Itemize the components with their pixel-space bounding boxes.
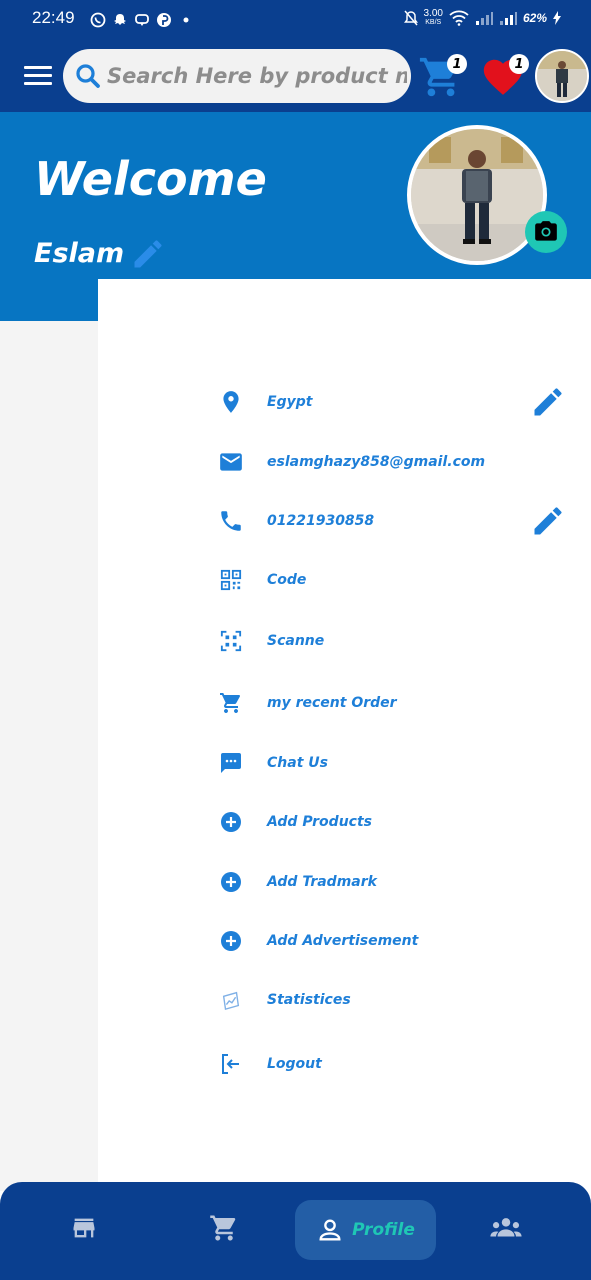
menu-item-location[interactable]: Egypt: [210, 380, 580, 424]
email-icon: [220, 453, 242, 471]
search-input[interactable]: [105, 63, 409, 89]
pencil-icon: [534, 507, 562, 535]
welcome-title: Welcome: [34, 152, 267, 206]
menu-item-add-advertisement[interactable]: Add Advertisement: [210, 919, 580, 963]
camera-icon: [535, 221, 557, 241]
menu-item-email[interactable]: eslamghazy858@gmail.com: [210, 440, 580, 484]
menu-item-label: Statistices: [267, 992, 351, 1008]
search-bar[interactable]: [63, 49, 411, 103]
pencil-icon: [134, 240, 162, 268]
whatsapp-icon: [90, 12, 106, 28]
nav-profile-label: Profile: [352, 1220, 415, 1240]
wifi-icon: [449, 10, 469, 26]
status-system-icons: 3.00 KB/S 62%: [403, 9, 561, 27]
cart-icon: [210, 1215, 236, 1241]
qr-scanner-icon: [220, 630, 242, 652]
menu-item-add-trademark[interactable]: Add Tradmark: [210, 860, 580, 904]
nav-cart[interactable]: [194, 1198, 254, 1258]
favorites-count-badge: 1: [509, 54, 529, 74]
mute-bell-icon: [403, 10, 418, 26]
edit-phone-button[interactable]: [530, 503, 566, 539]
cart-button[interactable]: 1: [418, 54, 467, 98]
profile-photo[interactable]: [407, 125, 547, 265]
logout-icon: [222, 1054, 239, 1074]
menu-item-label: 01221930858: [267, 513, 375, 529]
menu-item-code[interactable]: Code: [210, 558, 580, 602]
menu-item-label: eslamghazy858@gmail.com: [267, 454, 486, 470]
chat-icon: [221, 753, 241, 773]
menu-icon[interactable]: [24, 66, 52, 88]
add-circle-icon: [221, 812, 241, 832]
menu-item-label: Code: [267, 572, 307, 588]
menu-item-label: Logout: [267, 1056, 322, 1072]
phone-icon: [221, 511, 241, 531]
charging-icon: [553, 11, 561, 25]
avatar[interactable]: [535, 49, 589, 103]
favorites-button[interactable]: 1: [480, 54, 529, 98]
battery-percent: 62%: [522, 11, 547, 25]
pinterest-icon: [157, 13, 171, 27]
edit-name-button[interactable]: [130, 236, 166, 272]
network-speed-unit: KB/S: [425, 19, 442, 26]
user-photo-icon: [537, 51, 587, 101]
status-bar: 22:49 3.00 KB/S 62%: [0, 0, 591, 40]
dot-icon: [183, 17, 189, 23]
menu-item-chat[interactable]: Chat Us: [210, 741, 580, 785]
side-panel: [0, 321, 98, 1191]
bottom-navigation: Profile: [0, 1182, 591, 1280]
network-speed: 3.00 KB/S: [424, 9, 443, 27]
nav-store[interactable]: [54, 1198, 114, 1258]
signal-2-icon: [499, 12, 517, 25]
add-circle-icon: [221, 872, 241, 892]
menu-item-phone[interactable]: 01221930858: [210, 499, 580, 543]
store-icon: [73, 1218, 95, 1238]
user-photo-icon: [411, 129, 543, 261]
add-circle-icon: [221, 931, 241, 951]
group-icon: [490, 1218, 522, 1237]
menu-item-label: Scanne: [267, 633, 325, 649]
nav-community[interactable]: [476, 1198, 536, 1258]
pencil-icon: [534, 388, 562, 416]
profile-icon: [319, 1219, 341, 1241]
top-app-bar: 1 1: [0, 40, 591, 112]
menu-item-logout[interactable]: Logout: [210, 1042, 580, 1086]
statistics-icon: [222, 991, 240, 1011]
location-icon: [223, 391, 239, 413]
menu-item-label: Add Products: [267, 814, 372, 830]
search-icon: [76, 64, 100, 88]
signal-icon: [475, 12, 493, 25]
header-extension: [0, 279, 98, 321]
edit-location-button[interactable]: [530, 384, 566, 420]
snapchat-icon: [114, 14, 126, 25]
vpn-icon: [135, 14, 149, 26]
cart-count-badge: 1: [447, 54, 467, 74]
status-time: 22:49: [32, 8, 75, 27]
change-photo-button[interactable]: [525, 211, 567, 253]
menu-item-label: Chat Us: [267, 755, 328, 771]
menu-item-recent-order[interactable]: my recent Order: [210, 681, 580, 725]
menu-item-label: Egypt: [267, 394, 313, 410]
nav-profile[interactable]: Profile: [295, 1200, 436, 1260]
menu-item-label: Add Advertisement: [267, 933, 419, 949]
user-name: Eslam: [34, 238, 125, 269]
qr-code-icon: [220, 569, 242, 591]
menu-item-statistics[interactable]: Statistices: [210, 978, 580, 1022]
network-speed-value: 3.00: [423, 8, 443, 19]
menu-item-label: Add Tradmark: [267, 874, 377, 890]
status-notification-icons: [90, 10, 194, 30]
menu-item-scanner[interactable]: Scanne: [210, 619, 580, 663]
menu-item-label: my recent Order: [267, 695, 397, 711]
menu-item-add-products[interactable]: Add Products: [210, 800, 580, 844]
cart-icon: [220, 693, 241, 713]
